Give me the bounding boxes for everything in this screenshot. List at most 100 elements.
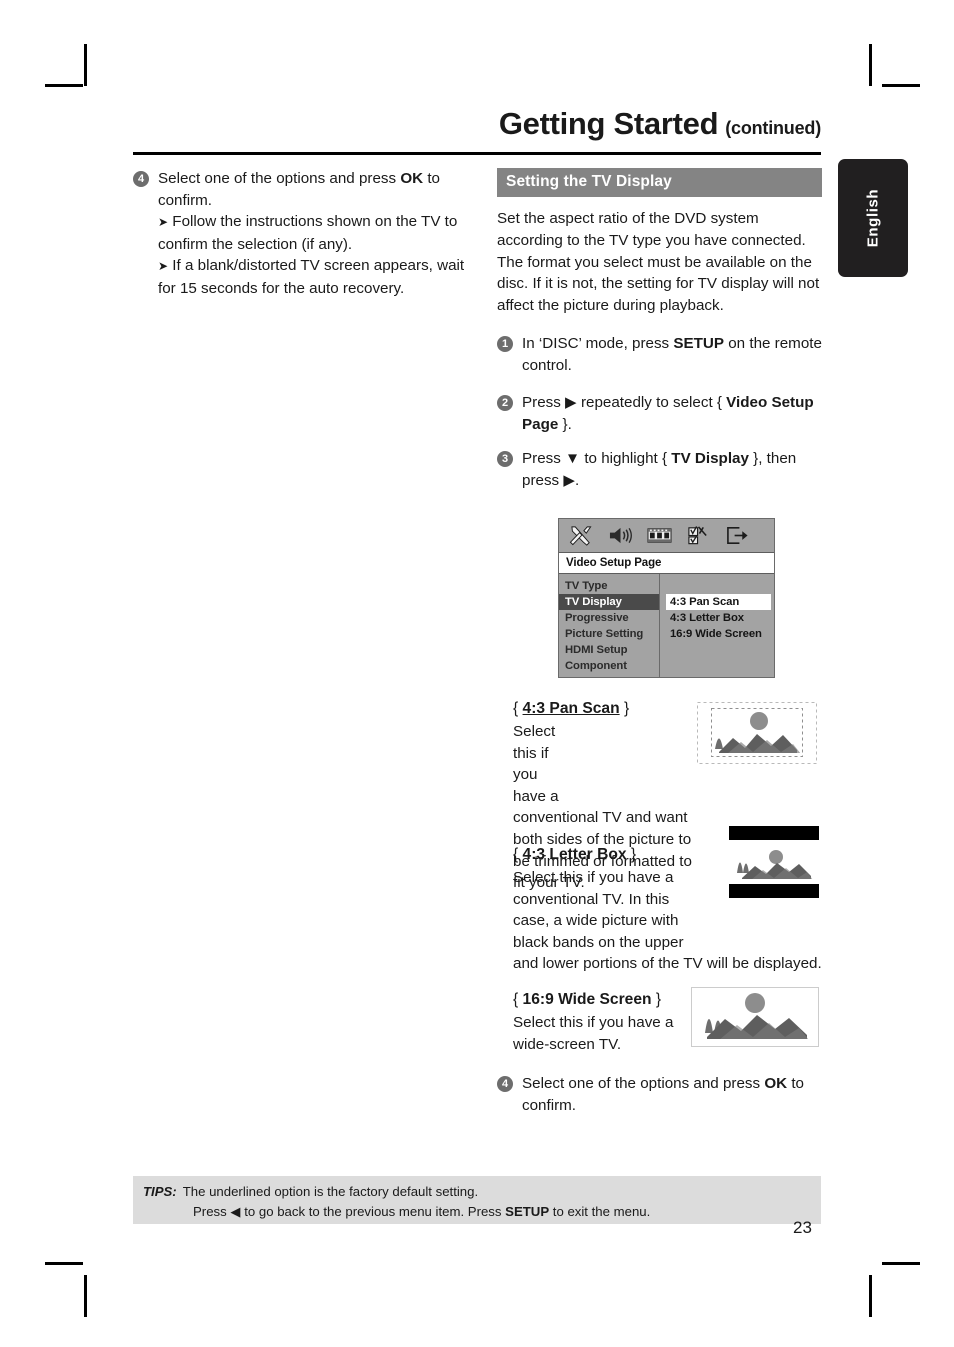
left-step-4-text: Select one of the options and press OK t…	[158, 170, 440, 209]
arrow-right-icon: ➤	[158, 215, 169, 230]
tips-line-2-frag-2: to go back to the previous menu item. Pr…	[240, 1203, 506, 1219]
step-1-frag-0: In ‘DISC’ mode, press	[522, 334, 674, 352]
brace-open: {	[513, 700, 523, 717]
pan-scan-illustration	[697, 702, 817, 764]
left-note-2-text: If a blank/distorted TV screen appears, …	[158, 257, 465, 297]
dvd-menu-items: TV Type TV Display Progressive Picture Sett…	[559, 574, 660, 677]
speaker-icon[interactable]	[607, 524, 634, 547]
step-2-frag-1: ▶	[565, 394, 577, 412]
option-name-wide-screen: 16:9 Wide Screen	[522, 991, 652, 1008]
step-number-badge: 4	[133, 171, 149, 187]
crop-mark-bottom-right-horizontal	[882, 1262, 920, 1265]
left-note-2: ➤ If a blank/distorted TV screen appears…	[133, 255, 478, 299]
step-1-frag-1: SETUP	[673, 334, 725, 352]
crop-mark-bottom-right-vertical	[869, 1275, 872, 1317]
step-3-text: Press ▼ to highlight { TV Display }, the…	[522, 450, 796, 489]
header-rule	[133, 152, 821, 155]
language-tab-label: English	[864, 188, 882, 248]
tips-line-2-frag-3: SETUP	[505, 1203, 550, 1219]
dvd-menu-option-1[interactable]: 4:3 Letter Box	[666, 610, 774, 626]
dvd-menu-icon-row	[559, 519, 774, 552]
page-number: 23	[793, 1218, 812, 1237]
crop-mark-top-left-vertical	[84, 44, 87, 86]
left-note-1: ➤ Follow the instructions shown on the T…	[133, 211, 478, 255]
tips-inner: TIPS: The underlined option is the factor…	[133, 1176, 821, 1221]
step-3-frag-2: to highlight {	[580, 450, 672, 468]
section-heading-tv-display: Setting the TV Display	[497, 168, 822, 197]
step-1-text: In ‘DISC’ mode, press SETUP on the remot…	[522, 335, 822, 374]
step-2-frag-4: }.	[558, 415, 572, 433]
tips-line-2: Press ◀ to go back to the previous menu …	[143, 1202, 821, 1222]
option-name-pan-scan: 4:3 Pan Scan	[522, 700, 620, 717]
step-3-frag-0: Press	[522, 450, 566, 468]
step-1: 1 In ‘DISC’ mode, press SETUP on the rem…	[497, 333, 822, 376]
step-2-frag-0: Press	[522, 394, 566, 412]
dvd-menu-options: 4:3 Pan Scan 4:3 Letter Box 16:9 Wide Scre…	[660, 574, 774, 677]
step-number-badge: 3	[497, 451, 513, 468]
crop-mark-top-right-horizontal	[882, 84, 920, 87]
option-block-wide-screen: { 16:9 Wide Screen } Select this if you …	[513, 989, 703, 1055]
tools-icon[interactable]	[568, 524, 595, 547]
dvd-menu-item-4[interactable]: HDMI Setup	[559, 642, 659, 658]
dvd-menu-item-2[interactable]: Progressive	[559, 610, 659, 626]
step-2-text: Press ▶ repeatedly to select { Video Set…	[522, 394, 814, 433]
arrow-right-icon: ➤	[158, 259, 169, 274]
tips-line-2-frag-4: to exit the menu.	[549, 1203, 651, 1219]
left-step-4: 4 Select one of the options and press OK…	[133, 168, 478, 211]
tips-box: TIPS: The underlined option is the factor…	[133, 1176, 821, 1224]
option-title-wide-screen: { 16:9 Wide Screen }	[513, 989, 703, 1011]
option-body-wide-screen: Select this if you have a wide-screen TV…	[513, 1012, 703, 1055]
left-column: 4 Select one of the options and press OK…	[133, 168, 478, 300]
step-3-frag-3: TV Display	[671, 450, 749, 468]
dvd-menu-item-1[interactable]: TV Display	[559, 594, 659, 610]
dvd-menu-item-3[interactable]: Picture Setting	[559, 626, 659, 642]
step-4-final: 4 Select one of the options and press OK…	[497, 1073, 847, 1116]
step-3: 3 Press ▼ to highlight { TV Display }, t…	[497, 448, 822, 491]
page-header: Getting Started (continued)	[133, 108, 821, 154]
dvd-menu-option-0[interactable]: 4:3 Pan Scan	[666, 594, 771, 610]
exit-icon[interactable]	[724, 524, 751, 547]
crop-mark-top-left-horizontal	[45, 84, 83, 87]
crop-mark-top-right-vertical	[869, 44, 872, 86]
brace-open: {	[513, 846, 523, 863]
crop-mark-bottom-left-horizontal	[45, 1262, 83, 1265]
language-tab: English	[838, 159, 908, 277]
page-title-continued: (continued)	[725, 118, 821, 138]
dvd-menu-item-0[interactable]: TV Type	[559, 578, 659, 594]
page-title-wrap: Getting Started (continued)	[133, 108, 821, 139]
step-number-badge: 1	[497, 335, 513, 352]
tips-line-2-frag-0: Press	[193, 1203, 231, 1219]
brace-close: }	[651, 991, 662, 1008]
brace-close: }	[619, 700, 630, 717]
brace-close: }	[626, 846, 637, 863]
dvd-page-title: Video Setup Page	[566, 557, 662, 569]
dvd-setup-menu: Video Setup Page TV Type TV Display Progre…	[558, 518, 775, 678]
step-4-text-a: Select one of the options and press	[522, 1075, 765, 1092]
letter-box-illustration	[729, 826, 819, 898]
step-2-frag-2: repeatedly to select {	[576, 394, 727, 412]
step-3-frag-6: .	[575, 471, 580, 489]
dvd-page-title-bar: Video Setup Page	[559, 552, 774, 574]
step-number-badge: 4	[497, 1076, 513, 1092]
step-3-frag-5: ▶	[563, 471, 576, 489]
dvd-menu-option-2[interactable]: 16:9 Wide Screen	[666, 626, 774, 642]
left-note-1-text: Follow the instructions shown on the TV …	[158, 213, 458, 253]
section-intro-paragraph: Set the aspect ratio of the DVD system a…	[497, 210, 820, 315]
left-step-4-text-a: Select one of the options and press	[158, 170, 401, 187]
step-4-bold: OK	[764, 1075, 788, 1092]
tips-label: TIPS:	[143, 1184, 177, 1199]
wide-screen-illustration	[691, 987, 819, 1047]
tips-line-1: TIPS: The underlined option is the factor…	[143, 1182, 821, 1202]
tips-line-2-frag-1: ◀	[230, 1203, 241, 1219]
option-name-letter-box: 4:3 Letter Box	[522, 846, 627, 863]
preferences-icon[interactable]	[685, 524, 712, 547]
dvd-menu-body: TV Type TV Display Progressive Picture Sett…	[559, 574, 774, 677]
option-body-wide-screen-text: Select this if you have a wide-screen TV…	[513, 1014, 674, 1053]
crop-mark-bottom-left-vertical	[84, 1275, 87, 1317]
brace-open: {	[513, 991, 523, 1008]
step-4-final-text: Select one of the options and press OK t…	[522, 1075, 804, 1114]
dvd-menu-item-5[interactable]: Component	[559, 658, 659, 674]
right-column: Setting the TV Display Set the aspect ra…	[497, 168, 822, 492]
film-icon[interactable]	[646, 524, 673, 547]
step-2: 2 Press ▶ repeatedly to select { Video S…	[497, 392, 822, 435]
